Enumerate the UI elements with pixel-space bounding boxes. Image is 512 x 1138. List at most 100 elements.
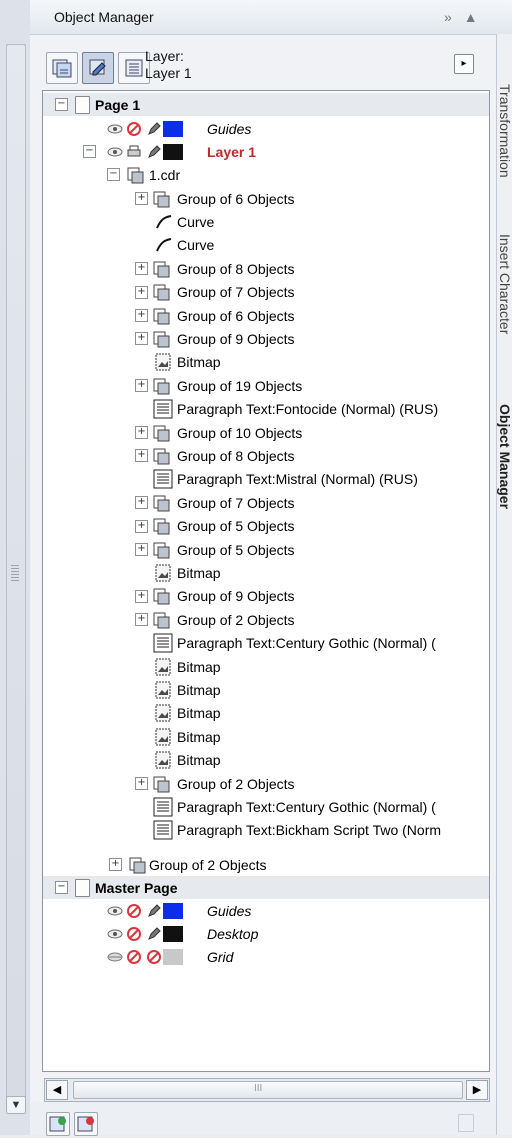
expand-icon[interactable]: +	[135, 332, 148, 346]
tree-row-object[interactable]: + Group of 2 Objects	[43, 608, 489, 631]
tab-object-manager[interactable]: Object Manager	[497, 404, 512, 509]
show-object-properties-button[interactable]	[46, 52, 78, 84]
tree-row-object[interactable]: + Group of 9 Objects	[43, 327, 489, 350]
tree-row-doc[interactable]: − 1.cdr	[43, 163, 489, 186]
collapse-icon[interactable]: −	[55, 98, 68, 111]
tree-row-object[interactable]: + Group of 7 Objects	[43, 281, 489, 304]
chevron-down-icon: ▼	[10, 1099, 22, 1111]
expand-icon[interactable]: +	[135, 262, 148, 276]
horizontal-scrollbar[interactable]: ◀ III ▶	[44, 1078, 490, 1102]
paragraph-text-icon	[153, 469, 173, 489]
edit-pencil-icon[interactable]	[147, 926, 161, 941]
new-master-layer-button[interactable]	[74, 1112, 98, 1136]
no-print-icon[interactable]	[127, 926, 141, 941]
show-object-properties-icon	[52, 59, 72, 78]
tab-transformation[interactable]: Transformation	[497, 84, 512, 178]
tree-row-object[interactable]: Paragraph Text:Mistral (Normal) (RUS)	[43, 468, 489, 491]
tree-row-desktop[interactable]: Desktop	[43, 922, 489, 945]
tree-row-object[interactable]: Bitmap	[43, 561, 489, 584]
tree-row-object[interactable]: Curve	[43, 234, 489, 257]
trash-icon[interactable]	[458, 1114, 474, 1132]
edit-pencil-icon[interactable]	[147, 144, 161, 159]
tree-row-object[interactable]: Bitmap	[43, 351, 489, 374]
bitmap-icon	[155, 353, 171, 371]
edit-pencil-icon[interactable]	[147, 903, 161, 918]
tree-row-object[interactable]: + Group of 6 Objects	[43, 304, 489, 327]
collapse-icon[interactable]: −	[55, 881, 68, 894]
tree-row-object[interactable]: Paragraph Text:Century Gothic (Normal) (	[43, 795, 489, 818]
tree-row-object[interactable]: Paragraph Text:Fontocide (Normal) (RUS)	[43, 398, 489, 421]
tree-row-object[interactable]: + Group of 10 Objects	[43, 421, 489, 444]
eye-icon[interactable]	[107, 929, 123, 939]
no-edit-icon[interactable]	[147, 949, 161, 964]
scroll-left-button[interactable]: ◀	[46, 1080, 68, 1100]
object-label: Group of 6 Objects	[177, 307, 295, 324]
expand-icon[interactable]: +	[135, 285, 148, 299]
collapse-docker-button[interactable]: »	[444, 9, 456, 25]
expand-icon[interactable]: +	[135, 777, 148, 790]
tab-insert-character[interactable]: Insert Character	[497, 234, 512, 334]
docker-menu-button[interactable]: ▸	[454, 54, 474, 74]
paragraph-text-icon	[153, 399, 173, 419]
tree-row-object[interactable]: + Group of 8 Objects	[43, 444, 489, 467]
expand-icon[interactable]: +	[135, 543, 148, 556]
group-icon	[153, 331, 170, 348]
expand-icon[interactable]: +	[135, 309, 148, 322]
eye-icon[interactable]	[107, 147, 123, 157]
eye-icon[interactable]	[107, 906, 123, 916]
eye-icon[interactable]	[107, 124, 123, 134]
tree-row-object[interactable]: Bitmap	[43, 678, 489, 701]
grip-icon[interactable]	[11, 565, 19, 583]
tree-row-object[interactable]: Bitmap	[43, 655, 489, 678]
collapse-icon[interactable]: −	[83, 145, 96, 158]
tree-row-object[interactable]: Curve	[43, 210, 489, 233]
tree-row-layer1[interactable]: − Layer 1	[43, 140, 489, 163]
scroll-thumb[interactable]: III	[73, 1081, 463, 1099]
tree-row-object[interactable]: Bitmap	[43, 702, 489, 725]
printer-icon[interactable]	[127, 145, 141, 159]
object-label: Group of 9 Objects	[177, 330, 295, 347]
bitmap-icon	[155, 658, 171, 675]
tree-row-master-page[interactable]: − Master Page	[43, 876, 489, 899]
tree-row-object[interactable]: Paragraph Text:Bickham Script Two (Norm	[43, 819, 489, 842]
tree-row-object[interactable]: + Group of 5 Objects	[43, 538, 489, 561]
tree-row-object[interactable]: + Group of 8 Objects	[43, 257, 489, 280]
tree-row-object[interactable]: + Group of 5 Objects	[43, 515, 489, 538]
scroll-right-button[interactable]: ▶	[466, 1080, 488, 1100]
tree-row-object[interactable]: Bitmap	[43, 725, 489, 748]
no-print-icon[interactable]	[127, 949, 141, 964]
tree-row-grid[interactable]: Grid	[43, 945, 489, 968]
tree-row-layer-group[interactable]: + Group of 2 Objects	[43, 853, 489, 876]
expand-icon[interactable]: +	[135, 426, 148, 439]
collapse-down-button[interactable]: ▼	[6, 1096, 26, 1114]
expand-icon[interactable]: +	[135, 519, 148, 533]
tree-row-object[interactable]: + Group of 19 Objects	[43, 374, 489, 397]
tree-row-object[interactable]: Paragraph Text:Century Gothic (Normal) (	[43, 632, 489, 655]
tree-row-object[interactable]: + Group of 6 Objects	[43, 187, 489, 210]
tree-row-master-guides[interactable]: Guides	[43, 899, 489, 922]
expand-icon[interactable]: +	[109, 858, 122, 871]
scroll-up-button[interactable]: ▲	[464, 9, 482, 25]
object-label: Paragraph Text:Bickham Script Two (Norm	[177, 822, 442, 839]
expand-icon[interactable]: +	[135, 449, 148, 463]
tree-row-object[interactable]: + Group of 9 Objects	[43, 585, 489, 608]
group-icon	[153, 261, 170, 278]
expand-icon[interactable]: +	[135, 589, 148, 603]
expand-icon[interactable]: +	[135, 496, 148, 510]
eye-closed-icon[interactable]	[107, 952, 123, 962]
no-print-icon[interactable]	[127, 903, 141, 918]
edit-pencil-icon[interactable]	[147, 121, 161, 136]
collapse-icon[interactable]: −	[107, 168, 120, 181]
tree-row-object[interactable]: + Group of 2 Objects	[43, 772, 489, 795]
tree-row-object[interactable]: + Group of 7 Objects	[43, 491, 489, 514]
new-layer-button[interactable]	[46, 1112, 70, 1136]
expand-icon[interactable]: +	[135, 613, 148, 627]
tree-row-guides[interactable]: Guides	[43, 117, 489, 140]
tree-row-page1[interactable]: − Page 1	[43, 93, 489, 116]
expand-icon[interactable]: +	[135, 379, 148, 393]
expand-icon[interactable]: +	[135, 192, 148, 205]
object-label: Group of 7 Objects	[177, 494, 295, 511]
no-print-icon[interactable]	[127, 121, 141, 136]
tree-row-object[interactable]: Bitmap	[43, 749, 489, 772]
edit-across-layers-button[interactable]	[82, 52, 114, 84]
